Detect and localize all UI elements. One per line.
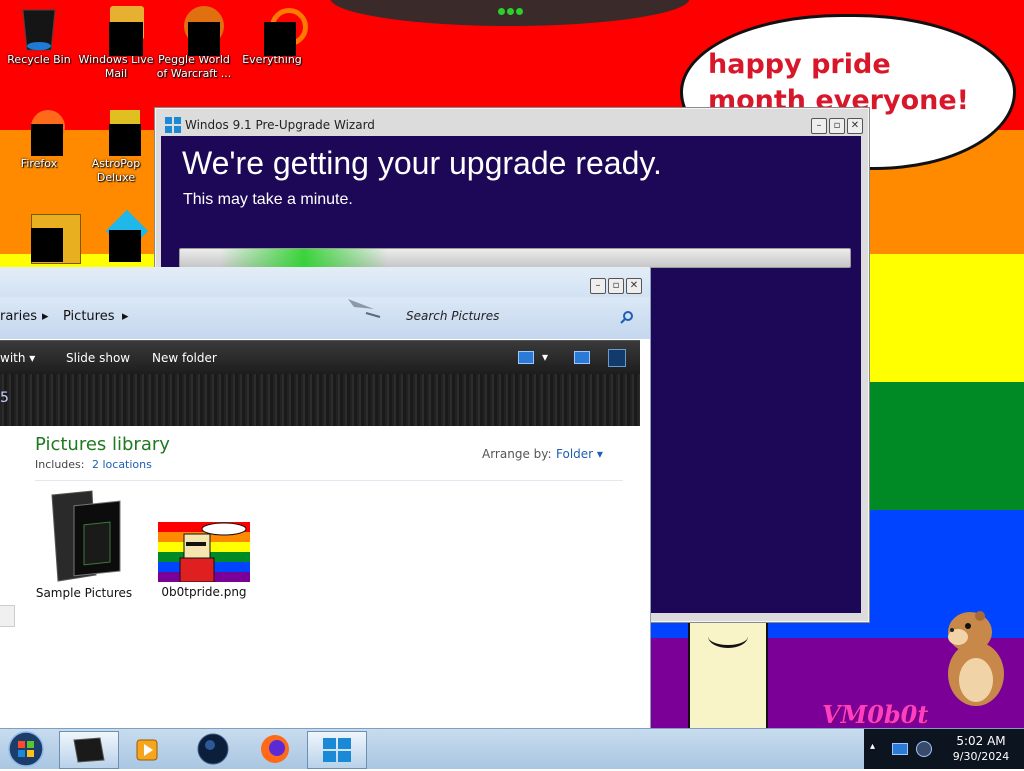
maximize-button[interactable]: ▫	[608, 278, 624, 294]
details-strip: 5	[0, 374, 640, 426]
scroll-handle[interactable]	[0, 605, 15, 627]
desktop-icon-firefox[interactable]: Firefox	[1, 110, 77, 171]
close-button[interactable]: ✕	[626, 278, 642, 294]
wizard-caption-buttons: – ▫ ✕	[811, 118, 863, 134]
desktop-icon-everything[interactable]: Everything	[234, 6, 310, 67]
recycle-bin-icon	[17, 6, 61, 51]
windows-logo-icon	[323, 738, 351, 762]
refresh-icon[interactable]	[346, 297, 382, 323]
explorer-titlebar[interactable]: – ▫ ✕	[0, 267, 650, 297]
upgrade-progress-bar	[179, 248, 851, 268]
wizard-heading: We're getting your upgrade ready.	[182, 145, 662, 181]
preview-pane-icon[interactable]	[574, 351, 590, 364]
taskbar-media-player-button[interactable]	[120, 731, 178, 767]
taskbar-firefox-button[interactable]	[246, 731, 304, 767]
breadcrumb-separator: ▸	[122, 309, 129, 324]
system-tray: ▴ 5:02 AM 9/30/2024	[864, 729, 1024, 769]
volume-icon[interactable]	[916, 741, 932, 757]
taskbar: ▴ 5:02 AM 9/30/2024	[0, 728, 1024, 769]
taskbar-wizard-button[interactable]	[307, 731, 367, 769]
wizard-title: Windos 9.1 Pre-Upgrade Wizard	[185, 118, 375, 132]
taskbar-orb-app-button[interactable]	[184, 731, 242, 767]
file-item-0b0tpride[interactable]: 0b0tpride.png	[152, 522, 256, 599]
search-input[interactable]: Search Pictures	[406, 309, 499, 323]
locations-link[interactable]: 2 locations	[92, 458, 152, 471]
change-view-icon[interactable]	[518, 351, 534, 364]
show-hidden-icons-icon[interactable]: ▴	[870, 741, 875, 752]
start-orb-icon[interactable]	[6, 730, 46, 768]
image-thumbnail	[158, 522, 250, 582]
gem-icon	[94, 209, 149, 262]
desktop-icon-peggle[interactable]: Peggle World of Warcraft ...	[156, 6, 232, 81]
help-icon[interactable]	[608, 349, 626, 367]
wizard-subtext: This may take a minute.	[183, 191, 353, 208]
desktop-icon-label: AstroPop Deluxe	[91, 157, 141, 184]
strip-text: 5	[0, 390, 9, 406]
search-icon[interactable]	[620, 310, 634, 324]
search-box[interactable]: Search Pictures	[396, 304, 640, 330]
clock-date[interactable]: 9/30/2024	[942, 750, 1020, 763]
open-with-button[interactable]: with ▾	[0, 351, 35, 365]
breadcrumb-separator: ▸	[42, 309, 49, 324]
breadcrumb-libraries[interactable]: raries	[0, 309, 37, 324]
astropop-icon	[94, 110, 141, 156]
wizard-titlebar[interactable]: Windos 9.1 Pre-Upgrade Wizard – ▫ ✕	[155, 108, 869, 136]
view-dropdown-icon[interactable]: ▾	[542, 350, 548, 364]
divider	[35, 480, 623, 481]
command-bar: with ▾ Slide show New folder ▾	[0, 340, 640, 375]
arrange-by-dropdown[interactable]: Folder ▾	[556, 447, 603, 461]
folder-icon	[51, 490, 121, 582]
arrange-by-label: Arrange by:	[482, 447, 552, 461]
desktop-icon-label: Firefox	[20, 157, 58, 170]
minimize-button[interactable]: –	[590, 278, 606, 294]
slideshow-button[interactable]: Slide show	[66, 351, 130, 365]
library-includes: Includes: 2 locations	[35, 458, 152, 471]
file-name: Sample Pictures	[35, 586, 133, 600]
desktop-icon-recycle-bin[interactable]: Recycle Bin	[1, 6, 77, 67]
firefox-icon	[261, 735, 289, 763]
media-player-icon	[136, 739, 158, 761]
firefox-icon	[17, 110, 65, 156]
maximize-button[interactable]: ▫	[829, 118, 845, 134]
orb-app-icon	[197, 733, 229, 765]
peggle-icon	[172, 6, 224, 56]
explorer-window[interactable]: – ▫ ✕ raries ▸ Pictures ▸ Search Picture…	[0, 267, 651, 728]
breadcrumb-pictures[interactable]: Pictures	[63, 309, 114, 324]
desktop-icon-gem[interactable]	[78, 209, 154, 262]
desktop-icon-astropop[interactable]: AstroPop Deluxe	[78, 110, 154, 185]
library-title: Pictures library	[35, 434, 170, 455]
taskbar-explorer-button[interactable]	[59, 731, 119, 769]
desktop-icon-app[interactable]	[1, 214, 81, 264]
close-button[interactable]: ✕	[847, 118, 863, 134]
clock-time[interactable]: 5:02 AM	[946, 734, 1016, 748]
minimize-button[interactable]: –	[811, 118, 827, 134]
desktop-icon-label: Peggle World of Warcraft ...	[156, 53, 232, 80]
watermark-text: VM0b0t	[822, 700, 929, 728]
file-item-sample-pictures[interactable]: Sample Pictures	[32, 489, 136, 600]
cartoon-arm-line	[708, 625, 748, 648]
explorer-caption-buttons: – ▫ ✕	[590, 278, 642, 294]
mail-icon	[94, 6, 144, 56]
app-icon	[17, 214, 81, 264]
explorer-icon	[73, 737, 105, 763]
progress-indicator	[220, 249, 388, 267]
new-folder-button[interactable]: New folder	[152, 351, 217, 365]
network-icon[interactable]	[892, 743, 908, 755]
windows-logo-icon	[165, 117, 181, 133]
hamster-mascot	[948, 611, 1004, 706]
file-name: 0b0tpride.png	[161, 585, 247, 599]
desktop-icon-windows-live-mail[interactable]: Windows Live Mail	[78, 6, 154, 81]
desktop-icon-label: Recycle Bin	[7, 53, 71, 66]
everything-search-icon	[250, 6, 308, 56]
address-bar[interactable]: raries ▸ Pictures ▸ Search Pictures	[0, 297, 650, 339]
cartoon-eyes	[498, 4, 528, 16]
desktop-icon-label: Windows Live Mail	[78, 53, 154, 80]
includes-label: Includes:	[35, 458, 85, 471]
